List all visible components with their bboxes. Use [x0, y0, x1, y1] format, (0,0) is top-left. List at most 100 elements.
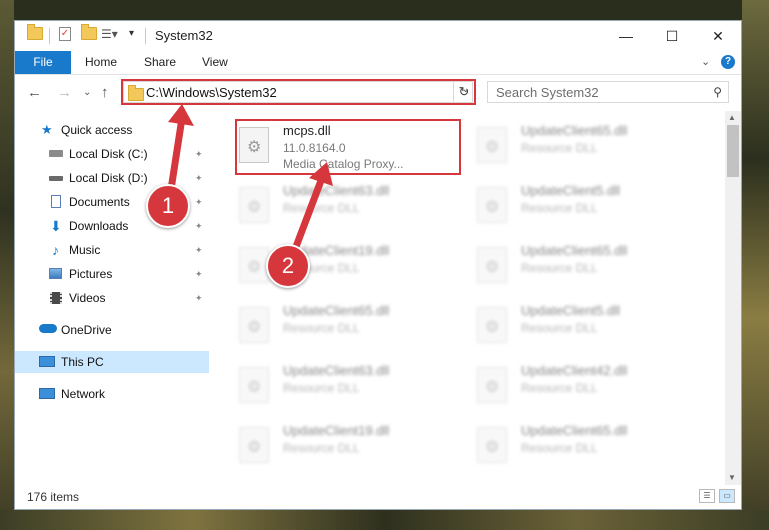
pin-icon: ✦: [195, 269, 203, 279]
file-type: Resource DLL: [283, 201, 360, 215]
dll-file-icon: [239, 187, 269, 223]
list-item[interactable]: UpdateClient63.dll Resource DLL: [239, 179, 459, 233]
nav-label: OneDrive: [61, 323, 112, 337]
dll-file-icon: [477, 367, 507, 403]
file-name: UpdateClient19.dll: [283, 423, 390, 438]
videos-icon: [50, 292, 62, 304]
title-separator: [145, 28, 146, 44]
search-input[interactable]: Search System32: [496, 85, 599, 100]
nav-this-pc[interactable]: This PC: [15, 351, 209, 373]
list-item[interactable]: UpdateClient65.dll Resource DLL: [477, 419, 697, 473]
nav-label: Videos: [69, 291, 106, 305]
list-item[interactable]: UpdateClient65.dll Resource DLL: [477, 119, 697, 173]
documents-icon: [51, 195, 61, 208]
help-icon[interactable]: ?: [721, 55, 735, 69]
item-count: 176 items: [27, 490, 80, 504]
pin-icon: ✦: [195, 245, 203, 255]
nav-label: Local Disk (D:): [69, 171, 148, 185]
customize-toolbar-dropdown-icon[interactable]: ▾: [129, 28, 134, 39]
pin-icon: ✦: [195, 197, 203, 207]
nav-label: Network: [61, 387, 106, 401]
list-item[interactable]: UpdateClient65.dll Resource DLL: [477, 239, 697, 293]
cloud-icon: [39, 324, 57, 333]
up-button[interactable]: ↑: [101, 84, 109, 101]
tab-share[interactable]: Share: [144, 51, 176, 74]
dll-file-icon: [477, 127, 507, 163]
downloads-icon: ⬇: [50, 218, 62, 234]
search-icon[interactable]: ⚲: [713, 85, 722, 99]
star-icon: ★: [41, 122, 53, 137]
back-button[interactable]: ←: [27, 84, 42, 101]
close-button[interactable]: ✕: [695, 21, 741, 51]
list-item[interactable]: UpdateClient5.dll Resource DLL: [477, 179, 697, 233]
address-highlight-box: [121, 79, 476, 105]
nav-item-local-disk-d[interactable]: Local Disk (D:) ✦: [15, 167, 209, 189]
file-type: Resource DLL: [283, 381, 360, 395]
pin-icon: ✦: [195, 221, 203, 231]
title-bar: ✓ ☰▾ ▾ System32 — ☐ ✕: [15, 21, 741, 51]
desktop-background-left: [0, 0, 14, 530]
list-item[interactable]: UpdateClient63.dll Resource DLL: [239, 359, 459, 413]
maximize-button[interactable]: ☐: [649, 21, 695, 51]
scroll-down-icon[interactable]: ▼: [728, 473, 736, 482]
window-title: System32: [155, 28, 213, 43]
dll-file-icon: [477, 307, 507, 343]
list-item[interactable]: UpdateClient65.dll Resource DLL: [239, 299, 459, 353]
nav-item-videos[interactable]: Videos ✦: [15, 287, 209, 309]
nav-label: Pictures: [69, 267, 113, 281]
list-item[interactable]: UpdateClient5.dll Resource DLL: [477, 299, 697, 353]
nav-onedrive[interactable]: OneDrive: [15, 319, 209, 341]
properties-icon[interactable]: ✓: [59, 27, 71, 41]
drive-icon: [49, 150, 63, 157]
nav-item-pictures[interactable]: Pictures ✦: [15, 263, 209, 285]
list-item[interactable]: UpdateClient19.dll Resource DLL: [239, 419, 459, 473]
status-bar: 176 items ☰ ▭: [15, 485, 741, 509]
tab-view[interactable]: View: [202, 51, 228, 74]
file-name: UpdateClient65.dll: [521, 423, 628, 438]
large-icons-view-icon[interactable]: ▭: [719, 489, 735, 503]
forward-button[interactable]: →: [57, 84, 72, 101]
nav-item-local-disk-c[interactable]: Local Disk (C:) ✦: [15, 143, 209, 165]
dll-file-icon: [477, 247, 507, 283]
file-name: UpdateClient65.dll: [283, 303, 390, 318]
computer-icon: [39, 356, 55, 367]
details-view-icon[interactable]: ☰: [699, 489, 715, 503]
file-name: UpdateClient63.dll: [283, 363, 390, 378]
list-item[interactable]: UpdateClient42.dll Resource DLL: [477, 359, 697, 413]
pictures-icon: [49, 268, 62, 279]
dll-file-icon: [239, 367, 269, 403]
minimize-button[interactable]: —: [603, 21, 649, 51]
folder-icon: [27, 24, 43, 40]
nav-label: Downloads: [69, 219, 129, 233]
drive-icon: [49, 176, 63, 181]
dll-file-icon: [477, 187, 507, 223]
vertical-scrollbar[interactable]: ▲ ▼: [725, 111, 741, 485]
nav-label: Local Disk (C:): [69, 147, 148, 161]
file-explorer-window: ✓ ☰▾ ▾ System32 — ☐ ✕ File Home Share Vi…: [14, 20, 742, 510]
navigation-pane: ★ Quick access Local Disk (C:) ✦ Local D…: [15, 111, 211, 485]
search-box[interactable]: Search System32 ⚲: [487, 81, 729, 103]
customize-icon[interactable]: ☰▾: [101, 27, 118, 41]
new-folder-icon: [81, 24, 97, 40]
scroll-up-icon[interactable]: ▲: [728, 113, 736, 122]
pin-icon: ✦: [195, 149, 203, 159]
tab-file[interactable]: File: [15, 51, 71, 74]
pin-icon: ✦: [195, 293, 203, 303]
nav-item-music[interactable]: ♪ Music ✦: [15, 239, 209, 261]
dll-file-icon: [239, 307, 269, 343]
address-bar-row: ← → ⌄ ↑ C:\Windows\System32 ⌄ ↻ Search S…: [15, 75, 741, 111]
nav-quick-access[interactable]: ★ Quick access: [15, 119, 209, 141]
nav-label: This PC: [61, 355, 104, 369]
nav-network[interactable]: Network: [15, 383, 209, 405]
nav-label: Documents: [69, 195, 130, 209]
expand-ribbon-icon[interactable]: ⌄: [701, 55, 710, 68]
recent-locations-button[interactable]: ⌄: [83, 87, 91, 98]
quick-access-toolbar: [27, 24, 43, 40]
file-type: Resource DLL: [521, 201, 598, 215]
scrollbar-thumb[interactable]: [727, 125, 739, 177]
tab-home[interactable]: Home: [85, 51, 117, 74]
new-folder-button[interactable]: [81, 24, 97, 40]
dll-file-icon: [239, 427, 269, 463]
music-icon: ♪: [52, 242, 59, 258]
nav-label: Music: [69, 243, 101, 257]
